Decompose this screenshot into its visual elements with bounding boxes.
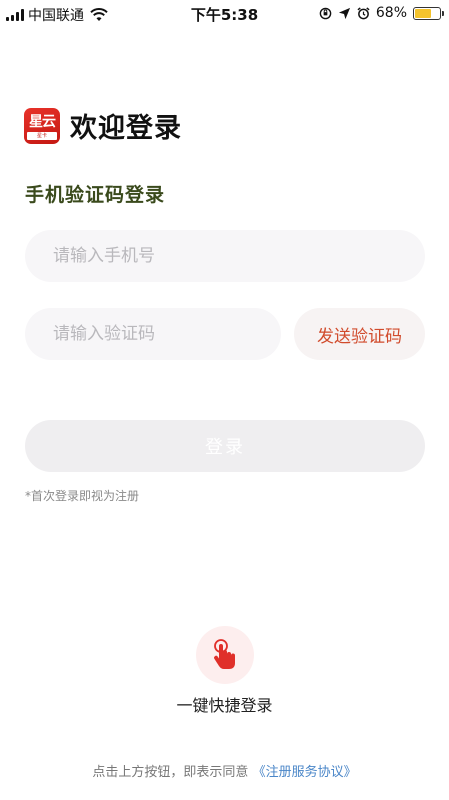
- app-logo: 星云 星卡: [24, 107, 60, 144]
- send-code-button[interactable]: 发送验证码: [294, 308, 425, 360]
- quick-login-button[interactable]: 一键快捷登录: [0, 626, 449, 716]
- page-title: 欢迎登录: [70, 113, 182, 144]
- location-icon: [338, 7, 350, 19]
- phone-input[interactable]: [25, 230, 425, 282]
- verification-code-input[interactable]: [25, 308, 281, 360]
- login-method-subtitle: 手机验证码登录: [25, 184, 166, 206]
- quick-login-label: 一键快捷登录: [176, 696, 273, 715]
- status-right: 68%: [319, 5, 444, 21]
- first-login-note: *首次登录即视为注册: [25, 489, 140, 503]
- status-bar: 中国联通 下午5:38 68%: [0, 0, 449, 26]
- agreement-text: 点击上方按钮，即表示同意 《注册服务协议》: [0, 761, 449, 780]
- logo-text: 星云: [29, 113, 56, 130]
- login-button[interactable]: 登录: [25, 420, 425, 472]
- service-agreement-link[interactable]: 《注册服务协议》: [253, 765, 357, 780]
- battery-icon: [413, 6, 444, 20]
- login-screen: 中国联通 下午5:38 68% 星云 星卡 欢迎登录 手机验证码登录 请输入手机…: [0, 0, 449, 800]
- battery-percent: 68%: [375, 5, 407, 21]
- tap-hand-icon: [213, 639, 235, 669]
- battery-fill: [415, 8, 432, 18]
- alarm-icon: [357, 6, 370, 19]
- orientation-lock-icon: [319, 7, 332, 19]
- quick-login-icon-circle[interactable]: [195, 626, 254, 684]
- agreement-prefix: 点击上方按钮，即表示同意: [92, 765, 249, 780]
- logo-band-text: 星卡: [27, 131, 57, 140]
- brand-header: 星云 星卡 欢迎登录: [24, 106, 182, 145]
